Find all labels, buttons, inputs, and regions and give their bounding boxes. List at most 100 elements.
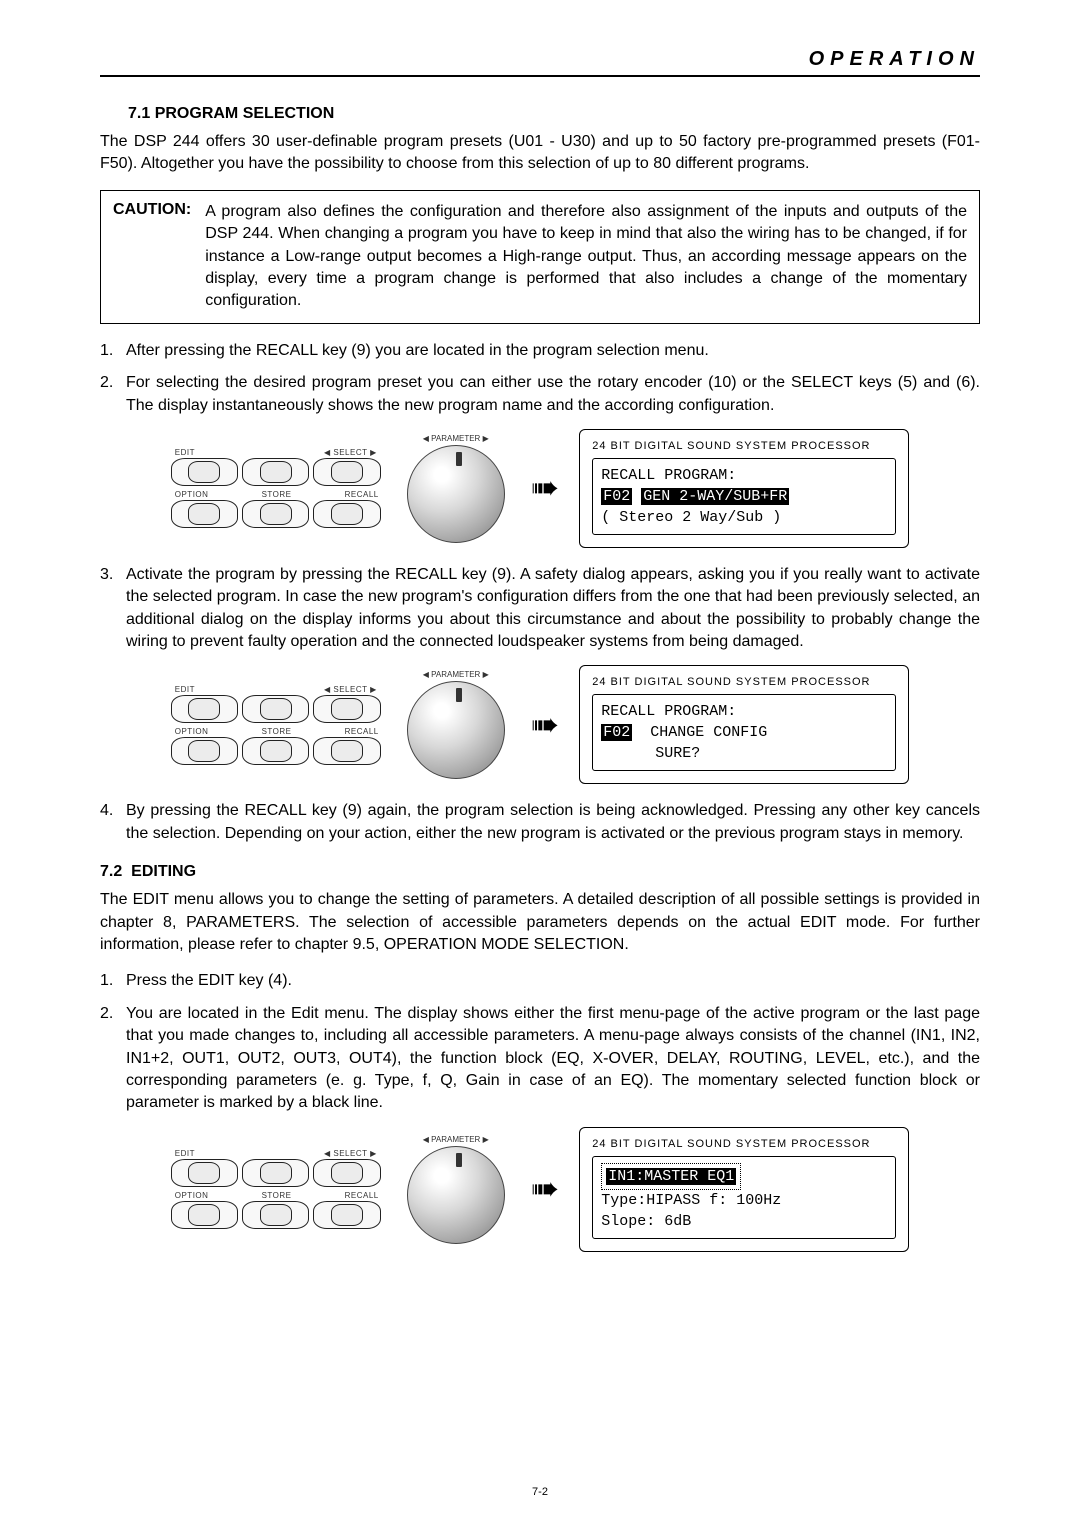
option-button[interactable] (171, 500, 238, 528)
store-button[interactable] (242, 1201, 309, 1229)
recall-label: RECALL (345, 1191, 379, 1200)
caution-box: CAUTION: A program also defines the conf… (100, 190, 980, 324)
lcd-prog-name: GEN 2-WAY/SUB+FR (641, 488, 789, 505)
lcd-card-recall-2: 24 BIT DIGITAL SOUND SYSTEM PROCESSOR RE… (579, 665, 909, 784)
lcd-header: 24 BIT DIGITAL SOUND SYSTEM PROCESSOR (592, 440, 896, 452)
step-1: After pressing the RECALL key (9) you ar… (100, 340, 980, 362)
caution-label: CAUTION: (113, 201, 205, 219)
param-left-icon: ◀ (423, 670, 429, 679)
lcd-line-3: SURE? (601, 743, 887, 764)
lcd-line-1: IN1:MASTER EQ1 (601, 1163, 887, 1190)
step-2: You are located in the Edit menu. The di… (100, 1003, 980, 1115)
lcd-screen: RECALL PROGRAM: F02 CHANGE CONFIG SURE? (592, 694, 896, 771)
figure-row-recall-2: EDIT ◀ SELECT ▶ OPTION STORE RECALL ◀ PA… (100, 665, 980, 784)
store-button[interactable] (242, 500, 309, 528)
lcd-line-1: RECALL PROGRAM: (601, 465, 887, 486)
option-button[interactable] (171, 737, 238, 765)
select-right-icon: ▶ (370, 685, 377, 694)
lcd-card-recall-1: 24 BIT DIGITAL SOUND SYSTEM PROCESSOR RE… (579, 429, 909, 548)
param-right-icon: ▶ (483, 1135, 489, 1144)
lcd-edit-header: IN1:MASTER EQ1 (606, 1168, 736, 1185)
param-left-icon: ◀ (423, 1135, 429, 1144)
lcd-line-2: Type:HIPASS f: 100Hz (601, 1190, 887, 1211)
parameter-label: PARAMETER (431, 1135, 480, 1144)
step-3: Activate the program by pressing the REC… (100, 564, 980, 654)
section-title-text: EDITING (131, 863, 196, 880)
lcd-line-2: F02 GEN 2-WAY/SUB+FR (601, 486, 887, 507)
lcd-header: 24 BIT DIGITAL SOUND SYSTEM PROCESSOR (592, 1138, 896, 1150)
figure-row-edit: EDIT ◀ SELECT ▶ OPTION STORE RECALL ◀ PA… (100, 1127, 980, 1252)
edit-button[interactable] (171, 695, 238, 723)
select-left-icon: ◀ (324, 1149, 331, 1158)
rotary-encoder-wrap: ◀ PARAMETER ▶ (401, 1135, 511, 1244)
select-left-icon: ◀ (324, 448, 331, 457)
rotary-encoder[interactable] (407, 445, 505, 543)
arrow-icon: ➠ (531, 705, 560, 745)
select-label: SELECT (333, 685, 367, 694)
select-right-icon: ▶ (370, 448, 377, 457)
page-header-title: OPERATION (100, 48, 980, 75)
select-right-icon: ▶ (370, 1149, 377, 1158)
rotary-encoder[interactable] (407, 1146, 505, 1244)
page-number: 7-2 (0, 1486, 1080, 1498)
step-4: By pressing the RECALL key (9) again, th… (100, 800, 980, 845)
lcd-line-3: ( Stereo 2 Way/Sub ) (601, 507, 887, 528)
option-label: OPTION (175, 490, 209, 499)
rotary-encoder-wrap: ◀ PARAMETER ▶ (401, 670, 511, 779)
store-label: STORE (262, 490, 292, 499)
select-prev-button[interactable] (242, 1159, 309, 1187)
section-7-1-steps-cont: Activate the program by pressing the REC… (100, 564, 980, 654)
section-7-1-title: 7.1 PROGRAM SELECTION (128, 105, 980, 123)
select-next-button[interactable] (313, 1159, 380, 1187)
edit-button[interactable] (171, 458, 238, 486)
section-7-1-steps-cont2: By pressing the RECALL key (9) again, th… (100, 800, 980, 845)
lcd-screen: IN1:MASTER EQ1 Type:HIPASS f: 100Hz Slop… (592, 1156, 896, 1239)
section-number: 7.2 (100, 863, 122, 880)
edit-label: EDIT (175, 1149, 195, 1158)
option-label: OPTION (175, 727, 209, 736)
lcd-tag: F02 (601, 724, 632, 741)
edit-label: EDIT (175, 448, 195, 457)
select-left-icon: ◀ (324, 685, 331, 694)
lcd-card-edit: 24 BIT DIGITAL SOUND SYSTEM PROCESSOR IN… (579, 1127, 909, 1252)
param-right-icon: ▶ (483, 434, 489, 443)
arrow-icon: ➠ (531, 1169, 560, 1209)
param-right-icon: ▶ (483, 670, 489, 679)
select-prev-button[interactable] (242, 695, 309, 723)
recall-button[interactable] (313, 737, 380, 765)
select-label: SELECT (333, 1149, 367, 1158)
rotary-encoder[interactable] (407, 681, 505, 779)
select-prev-button[interactable] (242, 458, 309, 486)
recall-label: RECALL (345, 490, 379, 499)
header-rule (100, 75, 980, 77)
control-panel: EDIT ◀ SELECT ▶ OPTION STORE RECALL (171, 448, 381, 528)
section-7-2-steps: Press the EDIT key (4). You are located … (100, 970, 980, 1114)
rotary-encoder-wrap: ◀ PARAMETER ▶ (401, 434, 511, 543)
edit-label: EDIT (175, 685, 195, 694)
store-label: STORE (262, 1191, 292, 1200)
option-button[interactable] (171, 1201, 238, 1229)
lcd-header: 24 BIT DIGITAL SOUND SYSTEM PROCESSOR (592, 676, 896, 688)
select-next-button[interactable] (313, 458, 380, 486)
edit-button[interactable] (171, 1159, 238, 1187)
recall-button[interactable] (313, 1201, 380, 1229)
lcd-line-3: Slope: 6dB (601, 1211, 887, 1232)
step-1: Press the EDIT key (4). (100, 970, 980, 992)
option-label: OPTION (175, 1191, 209, 1200)
select-next-button[interactable] (313, 695, 380, 723)
section-7-1-steps: After pressing the RECALL key (9) you ar… (100, 340, 980, 417)
section-7-1-intro: The DSP 244 offers 30 user-definable pro… (100, 131, 980, 176)
lcd-line-1: RECALL PROGRAM: (601, 701, 887, 722)
lcd-text: CHANGE CONFIG (632, 724, 767, 741)
parameter-label: PARAMETER (431, 670, 480, 679)
parameter-label: PARAMETER (431, 434, 480, 443)
lcd-screen: RECALL PROGRAM: F02 GEN 2-WAY/SUB+FR ( S… (592, 458, 896, 535)
select-label: SELECT (333, 448, 367, 457)
store-button[interactable] (242, 737, 309, 765)
section-7-2-title: 7.2 EDITING (100, 863, 980, 881)
store-label: STORE (262, 727, 292, 736)
section-title-text: PROGRAM SELECTION (155, 105, 335, 122)
recall-button[interactable] (313, 500, 380, 528)
step-2: For selecting the desired program preset… (100, 372, 980, 417)
lcd-tag: F02 (601, 488, 632, 505)
